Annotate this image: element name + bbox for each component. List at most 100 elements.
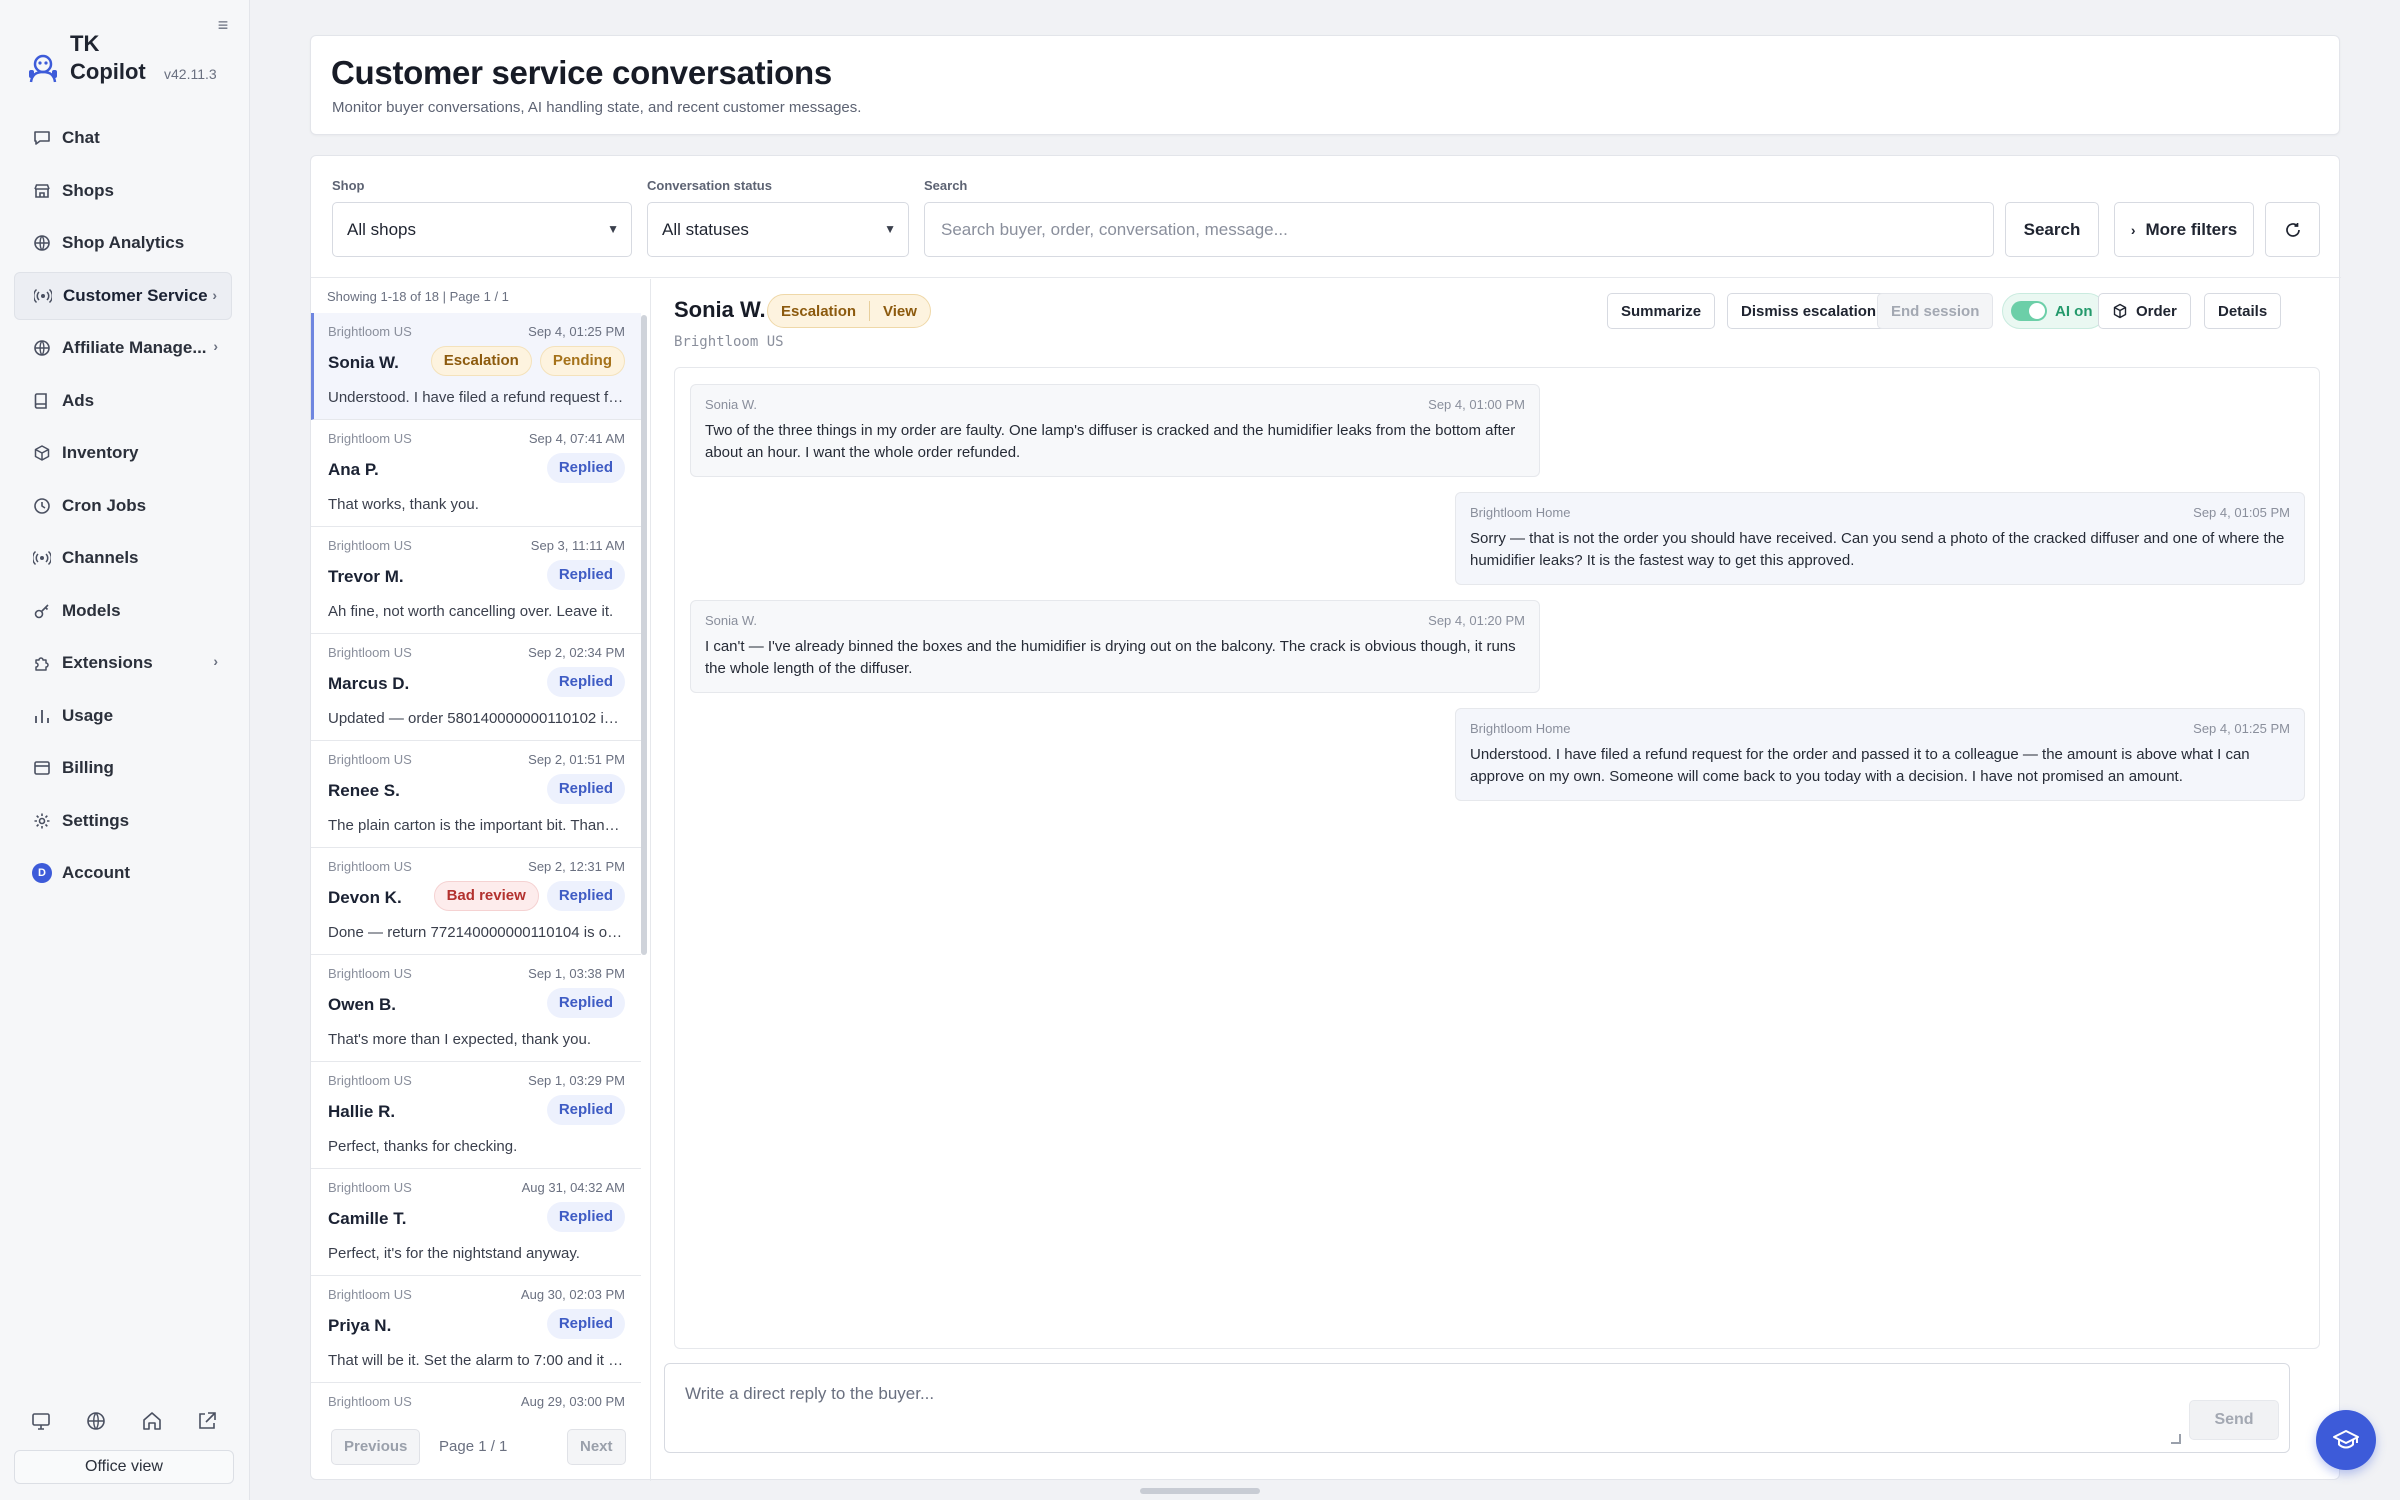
sidebar-item-billing[interactable]: Billing: [14, 744, 232, 792]
conversation-badges: Replied: [546, 1309, 625, 1339]
search-button[interactable]: Search: [2005, 202, 2099, 257]
conversation-list: Showing 1-18 of 18 | Page 1 / 1 Brightlo…: [311, 279, 651, 1481]
send-button[interactable]: Send: [2189, 1400, 2279, 1440]
conversation-badges: Replied: [546, 1202, 625, 1232]
search-input[interactable]: [924, 202, 1994, 257]
list-item[interactable]: Brightloom US Aug 31, 04:32 AM Camille T…: [311, 1169, 641, 1276]
list-item[interactable]: Brightloom US Sep 3, 11:11 AM Trevor M. …: [311, 527, 641, 634]
sidebar-item-models[interactable]: Models: [14, 587, 232, 635]
conversation-shop: Brightloom US: [328, 324, 412, 339]
sidebar-item-label: Usage: [62, 705, 114, 725]
more-filters-button[interactable]: › More filters: [2114, 202, 2254, 257]
external-link-icon[interactable]: [196, 1410, 218, 1432]
sidebar-item-label: Shops: [62, 180, 114, 200]
globe-icon[interactable]: [85, 1410, 107, 1432]
ai-toggle-label: AI on: [2055, 302, 2093, 320]
list-item[interactable]: Brightloom US Sep 1, 03:38 PM Owen B. Re…: [311, 955, 641, 1062]
sidebar-item-account[interactable]: D Account: [14, 849, 232, 897]
caret-down-icon: ▼: [884, 222, 896, 236]
buyer-name: Renee S.: [328, 781, 400, 800]
globe-icon: [32, 338, 52, 358]
conversation-time: Sep 4, 01:25 PM: [528, 324, 625, 339]
sidebar-item-customer-service[interactable]: Customer Service ›: [14, 271, 232, 320]
graduation-cap-icon: [2333, 1430, 2359, 1449]
list-item[interactable]: Brightloom US Sep 2, 01:51 PM Renee S. R…: [311, 741, 641, 848]
sidebar-item-shops[interactable]: Shops: [14, 167, 232, 215]
list-item[interactable]: Brightloom US Sep 2, 02:34 PM Marcus D. …: [311, 634, 641, 741]
list-item[interactable]: Brightloom US Sep 4, 01:25 PM Sonia W. E…: [311, 313, 641, 420]
sidebar-item-shop-analytics[interactable]: Shop Analytics: [14, 219, 232, 267]
escalation-view-link[interactable]: View: [870, 303, 930, 320]
puzzle-icon: [32, 653, 52, 673]
sidebar-item-channels[interactable]: Channels: [14, 534, 232, 582]
monitor-icon[interactable]: [30, 1410, 52, 1432]
escalation-status: Escalation: [781, 302, 857, 320]
dismiss-escalation-button[interactable]: Dismiss escalation: [1727, 293, 1891, 329]
page-scroll-handle[interactable]: [1140, 1488, 1260, 1494]
sidebar-item-chat[interactable]: Chat: [14, 114, 232, 162]
chat-icon: [32, 128, 52, 148]
clock-icon: [32, 496, 52, 516]
reply-input[interactable]: [665, 1364, 2185, 1452]
sidebar-item-label: Channels: [62, 548, 139, 567]
buyer-name: Trevor M.: [328, 567, 404, 586]
chevron-right-icon: ›: [213, 653, 218, 669]
list-item[interactable]: Brightloom US Aug 29, 03:00 PM: [311, 1383, 641, 1423]
list-summary: Showing 1-18 of 18 | Page 1 / 1: [327, 289, 509, 304]
sidebar-item-ads[interactable]: Ads: [14, 377, 232, 425]
conversation-shop: Brightloom US: [328, 859, 412, 874]
book-icon: [32, 391, 52, 411]
sidebar-item-cron-jobs[interactable]: Cron Jobs: [14, 482, 232, 530]
summarize-button[interactable]: Summarize: [1607, 293, 1716, 329]
sidebar-item-affiliate-management[interactable]: Affiliate Manage... ›: [14, 324, 232, 372]
previous-page-button[interactable]: Previous: [331, 1429, 421, 1465]
conversation-time: Sep 2, 01:51 PM: [528, 752, 625, 767]
sidebar-item-label: Models: [62, 600, 121, 620]
sidebar-item-label: Shop Analytics: [62, 233, 185, 252]
sidebar: TK Copilot v42.11.3 ≡ Chat Shops Shop An…: [0, 0, 250, 1500]
end-session-button[interactable]: End session: [1877, 293, 1994, 329]
sidebar-item-inventory[interactable]: Inventory: [14, 429, 232, 477]
message-thread[interactable]: Sonia W. Sep 4, 01:00 PM Two of the thre…: [674, 367, 2320, 1349]
message-time: Sep 4, 01:20 PM: [1428, 613, 1525, 628]
page-subtitle: Monitor buyer conversations, AI handling…: [332, 99, 862, 116]
message-preview: Ah fine, not worth cancelling over. Leav…: [328, 603, 614, 620]
order-button[interactable]: Order: [2098, 293, 2191, 329]
message-preview: Done — return 772140000000110104 is on i…: [328, 924, 624, 941]
message-time: Sep 4, 01:25 PM: [2193, 721, 2290, 736]
sidebar-item-usage[interactable]: Usage: [14, 692, 232, 740]
home-icon[interactable]: [141, 1410, 163, 1432]
next-page-button[interactable]: Next: [567, 1429, 626, 1465]
resize-handle-icon[interactable]: [2171, 1434, 2181, 1444]
sidebar-collapse-icon[interactable]: ≡: [212, 14, 234, 36]
conversation-shop: Brightloom US: [328, 1287, 412, 1302]
list-item[interactable]: Brightloom US Sep 4, 07:41 AM Ana P. Rep…: [311, 420, 641, 527]
conversation-badges: Replied: [546, 560, 625, 590]
list-scrollbar[interactable]: [641, 315, 647, 955]
toggle-switch-icon: [2011, 301, 2047, 321]
conversation-list-scroll[interactable]: Brightloom US Sep 4, 01:25 PM Sonia W. E…: [311, 313, 641, 1423]
status-select[interactable]: All statuses ▼: [647, 202, 909, 257]
sidebar-item-settings[interactable]: Settings: [14, 797, 232, 845]
sidebar-item-label: Extensions: [62, 653, 153, 672]
help-button[interactable]: [2316, 1410, 2376, 1470]
conversation-shop: Brightloom US: [328, 431, 412, 446]
more-filters-label: More filters: [2145, 219, 2238, 239]
sidebar-item-extensions[interactable]: Extensions ›: [14, 639, 232, 687]
ai-toggle[interactable]: AI on: [2002, 293, 2106, 329]
list-item[interactable]: Brightloom US Aug 30, 02:03 PM Priya N. …: [311, 1276, 641, 1383]
conversation-shop: Brightloom US: [328, 645, 412, 660]
list-item[interactable]: Brightloom US Sep 1, 03:29 PM Hallie R. …: [311, 1062, 641, 1169]
brand[interactable]: TK Copilot v42.11.3: [26, 30, 236, 90]
caret-down-icon: ▼: [607, 222, 619, 236]
conversation-badges: Bad review Replied: [433, 881, 625, 911]
details-button[interactable]: Details: [2204, 293, 2282, 329]
sidebar-item-label: Settings: [62, 810, 130, 830]
avatar-initial: D: [32, 863, 52, 883]
sidebar-item-label: Billing: [62, 758, 114, 777]
refresh-button[interactable]: [2265, 202, 2320, 257]
list-item[interactable]: Brightloom US Sep 2, 12:31 PM Devon K. B…: [311, 848, 641, 955]
office-view-button[interactable]: Office view: [14, 1450, 234, 1484]
message-preview: Perfect, it's for the nightstand anyway.: [328, 1245, 580, 1262]
shop-select[interactable]: All shops ▼: [332, 202, 632, 257]
